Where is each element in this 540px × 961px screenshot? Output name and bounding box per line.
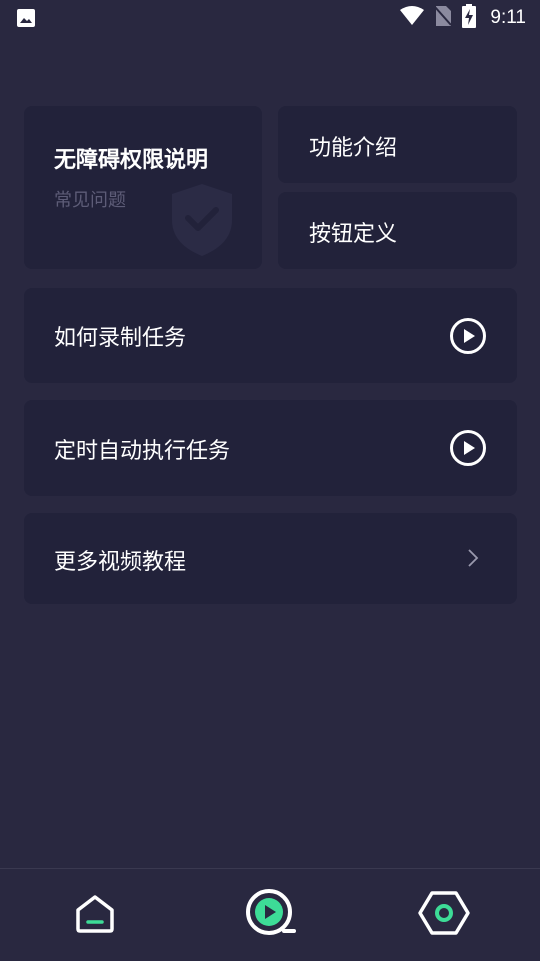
scheduled-task-label: 定时自动执行任务 bbox=[54, 439, 231, 464]
feature-intro-card[interactable]: 功能介绍 bbox=[278, 106, 517, 183]
gallery-icon bbox=[16, 8, 36, 32]
how-to-record-task-row[interactable]: 如何录制任务 bbox=[24, 288, 517, 383]
settings-icon bbox=[417, 890, 471, 940]
home-icon bbox=[73, 891, 117, 939]
chevron-right-icon bbox=[467, 548, 479, 572]
status-time: 9:11 bbox=[490, 7, 526, 28]
nav-settings-button[interactable] bbox=[418, 889, 470, 941]
bottom-nav bbox=[0, 868, 540, 961]
record-play-icon bbox=[244, 887, 296, 943]
how-to-record-task-label: 如何录制任务 bbox=[54, 326, 187, 351]
shield-check-icon bbox=[170, 182, 234, 262]
battery-charging-icon bbox=[462, 4, 477, 32]
more-video-tutorials-label: 更多视频教程 bbox=[54, 550, 187, 575]
nav-home-button[interactable] bbox=[69, 889, 121, 941]
feature-intro-label: 功能介绍 bbox=[309, 136, 398, 161]
more-video-tutorials-row[interactable]: 更多视频教程 bbox=[24, 513, 517, 604]
no-sim-icon bbox=[434, 5, 453, 31]
button-definition-label: 按钮定义 bbox=[309, 222, 398, 247]
accessibility-permission-card[interactable]: 无障碍权限说明 常见问题 bbox=[24, 106, 262, 269]
accessibility-permission-title: 无障碍权限说明 bbox=[54, 148, 209, 173]
play-video-icon[interactable] bbox=[449, 429, 487, 467]
wifi-icon bbox=[400, 6, 425, 30]
status-bar: 9:11 bbox=[0, 0, 540, 36]
button-definition-card[interactable]: 按钮定义 bbox=[278, 192, 517, 269]
play-video-icon[interactable] bbox=[449, 317, 487, 355]
scheduled-task-row[interactable]: 定时自动执行任务 bbox=[24, 400, 517, 496]
faq-subtitle: 常见问题 bbox=[54, 190, 126, 211]
nav-record-button[interactable] bbox=[244, 889, 296, 941]
